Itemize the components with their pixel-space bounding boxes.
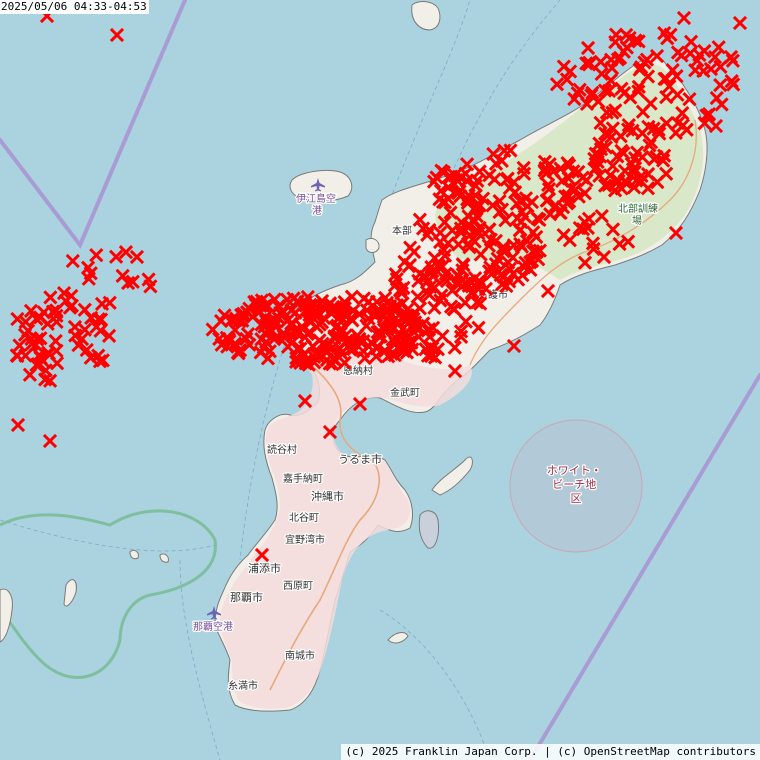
label-nta-line2: 場	[632, 214, 642, 227]
label-okinawa-city: 沖縄市	[311, 489, 344, 503]
label-nta-line1: 北部訓練	[618, 202, 658, 215]
label-motobu: 本部	[392, 224, 412, 237]
label-white-beach-line3: 区	[571, 492, 582, 505]
label-uruma: うるま市	[338, 452, 382, 466]
label-kadena: 嘉手納町	[283, 472, 323, 485]
map-attribution: (c) 2025 Franklin Japan Corp. | (c) Open…	[341, 744, 760, 760]
minna-island	[365, 237, 380, 253]
label-naha: 那覇市	[230, 590, 263, 604]
label-ginowan: 宜野湾市	[285, 533, 325, 546]
label-kin: 金武町	[390, 386, 420, 399]
label-iejima-port-line2: 港	[312, 205, 322, 217]
label-naha-airport: 那覇空港	[193, 620, 233, 633]
label-itoman: 糸満市	[228, 679, 258, 692]
label-nanjo: 南城市	[285, 649, 315, 662]
timestamp-label: 2025/05/06 04:33-04:53	[0, 0, 149, 14]
label-white-beach-line1: ホワイト・	[547, 464, 602, 477]
label-chatan: 北谷町	[289, 512, 319, 524]
map-canvas: 伊江島空 港 本部 名護市 北部訓練 場 恩納村 金武町 読谷村 うるま市 嘉手…	[0, 0, 760, 760]
label-white-beach-line2: ビーチ地	[552, 478, 596, 491]
lightning-map[interactable]: 伊江島空 港 本部 名護市 北部訓練 場 恩納村 金武町 読谷村 うるま市 嘉手…	[0, 0, 760, 760]
label-iejima-port-line1: 伊江島空	[296, 192, 336, 205]
label-urasoe: 浦添市	[248, 561, 281, 575]
label-nishihara: 西原町	[283, 580, 313, 592]
label-yomitan: 読谷村	[267, 443, 297, 456]
